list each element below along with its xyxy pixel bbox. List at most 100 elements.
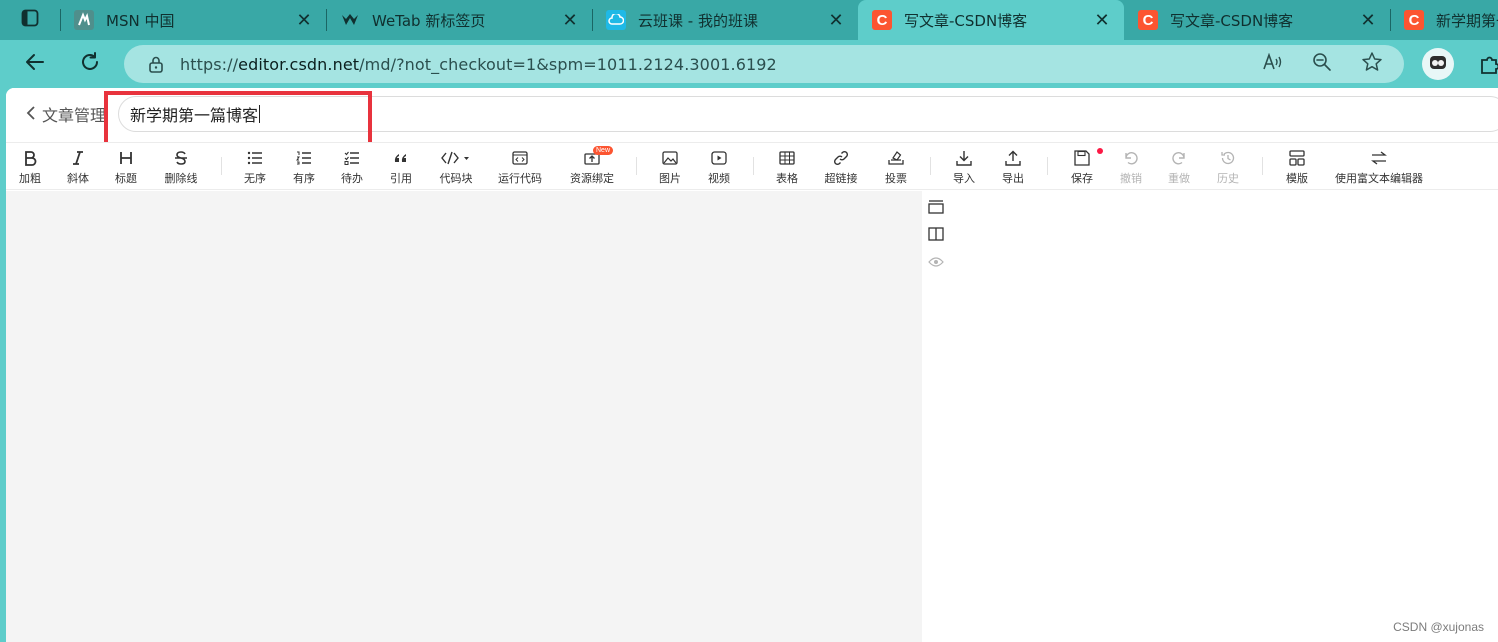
close-icon[interactable]: ✕ xyxy=(1090,8,1114,32)
browser-tab-strip: MSN 中国 ✕ WeTab 新标签页 ✕ 云班课 - 我的班课 ✕ C 写文章… xyxy=(0,0,1498,40)
back-button[interactable] xyxy=(19,48,51,80)
refresh-button[interactable] xyxy=(74,48,106,80)
tab-actions-menu-button[interactable] xyxy=(8,4,52,36)
toolbar-italic-button[interactable]: 斜体 xyxy=(65,147,91,187)
address-bar[interactable]: https://editor.csdn.net/md/?not_checkout… xyxy=(124,45,1404,83)
preview-only-view-button[interactable] xyxy=(927,253,945,271)
article-management-link[interactable]: 文章管理 xyxy=(26,102,106,126)
tab-csdn-write[interactable]: C 写文章-CSDN博客 ✕ xyxy=(1124,0,1390,40)
tab-msn[interactable]: MSN 中国 ✕ xyxy=(60,0,326,40)
close-icon[interactable]: ✕ xyxy=(558,8,582,32)
tab-csdn-write-active[interactable]: C 写文章-CSDN博客 ✕ xyxy=(858,0,1124,40)
zoom-out-icon xyxy=(1312,52,1332,76)
preview-pane: CSDN @xujonas xyxy=(922,191,1498,642)
edit-only-view-button[interactable] xyxy=(927,199,945,217)
toolbar-unordered-list-button[interactable]: 无序 xyxy=(242,147,268,187)
toolbar-label: 斜体 xyxy=(67,172,89,185)
toolbar-undo-button[interactable]: 撤销 xyxy=(1118,147,1144,187)
toolbar-label: 使用富文本编辑器 xyxy=(1335,172,1423,185)
table-icon xyxy=(779,147,795,169)
toolbar-label: 图片 xyxy=(659,172,681,185)
article-title-input[interactable]: 新学期第一篇博客 xyxy=(118,96,1498,132)
toolbar-video-button[interactable]: 视频 xyxy=(706,147,732,187)
save-icon xyxy=(1074,147,1090,169)
template-icon xyxy=(1289,147,1305,169)
bold-icon xyxy=(23,147,37,169)
eye-icon xyxy=(928,253,944,272)
toolbar-bold-button[interactable]: 加粗 xyxy=(17,147,43,187)
avatar-icon xyxy=(1427,51,1449,77)
extensions-button[interactable] xyxy=(1478,52,1498,76)
arrow-left-icon xyxy=(24,51,46,77)
markdown-toolbar: 加粗 斜体 标题 删除线 无序 有序 待办 引用 代码块 运行代码 New 资源… xyxy=(6,142,1498,190)
toolbar-template-button[interactable]: 模版 xyxy=(1284,147,1310,187)
cloud-class-icon xyxy=(606,10,626,30)
toolbar-resource-bind-button[interactable]: New 资源绑定 xyxy=(567,146,617,187)
url-prefix: https:// xyxy=(180,54,239,74)
toolbar-label: 待办 xyxy=(341,172,363,185)
toolbar-strikethrough-button[interactable]: 删除线 xyxy=(162,147,200,187)
close-icon[interactable]: ✕ xyxy=(824,8,848,32)
lock-icon[interactable] xyxy=(146,54,166,74)
export-icon xyxy=(1005,147,1021,169)
todo-list-icon xyxy=(344,147,360,169)
toolbar-code-block-button[interactable]: 代码块 xyxy=(435,147,477,187)
toolbar-label: 撤销 xyxy=(1120,172,1142,185)
close-icon[interactable]: ✕ xyxy=(1356,8,1380,32)
link-icon xyxy=(833,147,849,169)
toolbar-divider xyxy=(1262,157,1263,175)
favorite-button[interactable] xyxy=(1356,45,1388,83)
code-block-icon xyxy=(441,147,471,169)
toolbar-import-button[interactable]: 导入 xyxy=(951,147,977,187)
toolbar-image-button[interactable]: 图片 xyxy=(657,147,683,187)
toolbar-label: 导出 xyxy=(1002,172,1024,185)
read-aloud-button[interactable] xyxy=(1257,45,1289,83)
tab-title: MSN 中国 xyxy=(106,11,175,30)
vote-icon xyxy=(888,147,904,169)
toolbar-link-button[interactable]: 超链接 xyxy=(822,147,860,187)
toolbar-label: 重做 xyxy=(1168,172,1190,185)
toolbar-table-button[interactable]: 表格 xyxy=(774,147,800,187)
toolbar-divider xyxy=(636,157,637,175)
star-icon xyxy=(1361,51,1383,77)
tab-title: 写文章-CSDN博客 xyxy=(1170,11,1294,30)
url-path: /md/?not_checkout=1&spm=1011.2124.3001.6… xyxy=(359,54,777,74)
toolbar-divider xyxy=(221,157,222,175)
import-icon xyxy=(956,147,972,169)
toolbar-redo-button[interactable]: 重做 xyxy=(1166,147,1192,187)
toolbar-label: 运行代码 xyxy=(498,172,542,185)
toolbar-label: 导入 xyxy=(953,172,975,185)
markdown-input-pane[interactable] xyxy=(6,191,922,642)
url-text: https://editor.csdn.net/md/?not_checkout… xyxy=(180,55,777,74)
text-cursor xyxy=(259,105,261,123)
undo-icon xyxy=(1123,147,1139,169)
tab-title: 新学期第一 xyxy=(1436,11,1498,30)
toolbar-divider xyxy=(753,157,754,175)
zoom-button[interactable] xyxy=(1306,45,1338,83)
toolbar-save-button[interactable]: 保存 xyxy=(1069,147,1103,187)
tab-wetab[interactable]: WeTab 新标签页 ✕ xyxy=(326,0,592,40)
close-icon[interactable]: ✕ xyxy=(292,8,316,32)
split-view-button[interactable] xyxy=(927,226,945,244)
csdn-icon: C xyxy=(1138,10,1158,30)
profile-avatar-button[interactable] xyxy=(1422,48,1454,80)
tab-cloud-class[interactable]: 云班课 - 我的班课 ✕ xyxy=(592,0,858,40)
csdn-icon: C xyxy=(872,10,892,30)
toolbar-label: 保存 xyxy=(1071,172,1093,185)
toolbar-run-code-button[interactable]: 运行代码 xyxy=(495,147,545,187)
toolbar-label: 投票 xyxy=(885,172,907,185)
tab-new-term-blog[interactable]: C 新学期第一 xyxy=(1390,0,1498,40)
toolbar-heading-button[interactable]: 标题 xyxy=(113,147,139,187)
toolbar-vote-button[interactable]: 投票 xyxy=(883,147,909,187)
video-icon xyxy=(711,147,727,169)
toolbar-ordered-list-button[interactable]: 有序 xyxy=(291,147,317,187)
toolbar-todo-button[interactable]: 待办 xyxy=(339,147,365,187)
toolbar-quote-button[interactable]: 引用 xyxy=(388,147,414,187)
url-host: editor.csdn.net xyxy=(238,54,360,74)
image-icon xyxy=(662,147,678,169)
toolbar-switch-rich-text-button[interactable]: 使用富文本编辑器 xyxy=(1333,147,1425,187)
toolbar-history-button[interactable]: 历史 xyxy=(1215,147,1241,187)
toolbar-label: 删除线 xyxy=(164,172,198,185)
toolbar-export-button[interactable]: 导出 xyxy=(1000,147,1026,187)
msn-icon xyxy=(74,10,94,30)
